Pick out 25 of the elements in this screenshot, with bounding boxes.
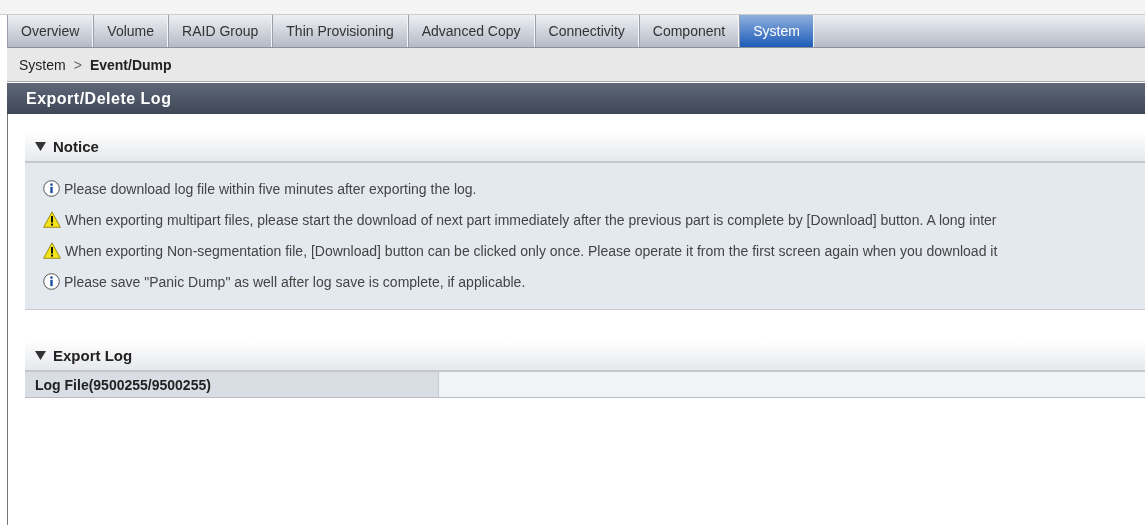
notice-message: Please download log file within five minutes after exporting the log. [64,180,477,197]
collapse-triangle-icon[interactable] [35,142,46,151]
notice-message: When exporting multipart files, please start the download of next part immediately after the previous part is complete by [Download] button. A long inter [65,211,997,228]
tab[interactable]: Thin Provisioning [272,15,408,47]
collapse-triangle-icon[interactable] [35,351,46,360]
tab[interactable]: Component [638,15,740,47]
breadcrumb-current: Event/Dump [89,56,172,73]
tab[interactable]: System [739,15,814,47]
notice-message: Please save "Panic Dump" as well after log save is complete, if applicable. [64,273,526,290]
tab[interactable]: RAID Group [168,15,273,47]
tab[interactable]: Advanced Copy [407,15,535,47]
warning-icon [43,211,61,228]
section-title: Notice [53,138,99,155]
notice-message: When exporting Non-segmentation file, [Download] button can be clicked only once. Please operate it from the first screen again when you download it [65,242,998,259]
tab[interactable]: Volume [93,15,169,47]
page-title: Export/Delete Log [26,89,172,108]
section-title: Export Log [53,347,133,364]
tab[interactable]: Connectivity [534,15,639,47]
breadcrumb-link[interactable]: System [19,56,66,73]
tab[interactable]: Overview [7,15,94,47]
info-icon [43,273,60,290]
breadcrumb-separator: > [73,56,82,73]
info-icon [43,180,60,197]
warning-icon [43,242,61,259]
field-label: Log File(9500255/9500255) [25,372,439,397]
